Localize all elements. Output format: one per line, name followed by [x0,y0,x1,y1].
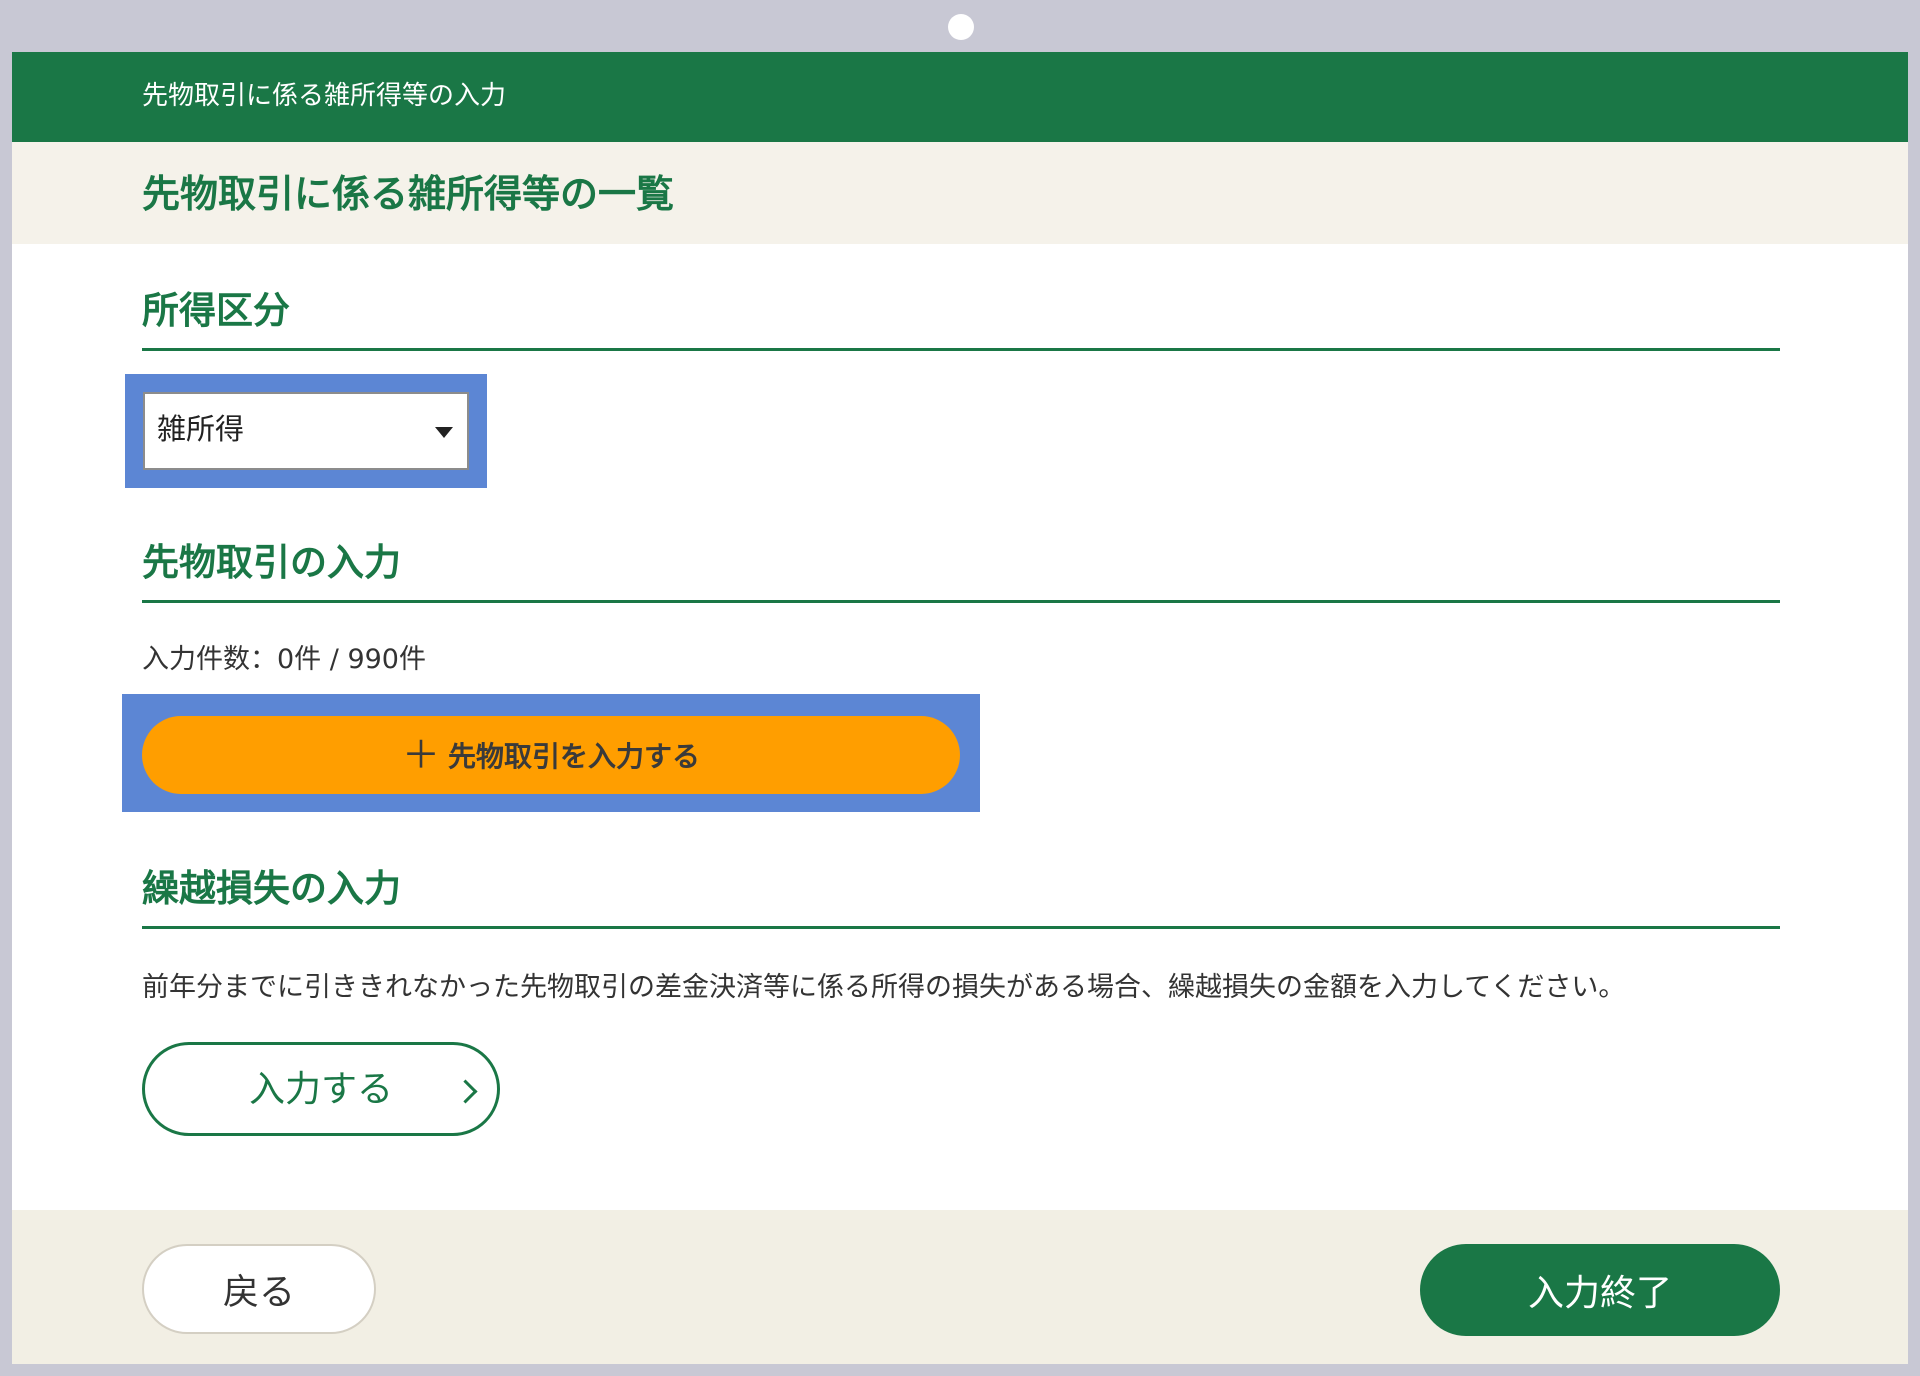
futures-heading: 先物取引の入力 [142,541,401,584]
entry-count: 入力件数：0件 / 990件 [142,644,426,675]
carryover-heading: 繰越損失の入力 [142,867,401,910]
income-category-select-value: 雑所得 [157,412,245,446]
carryover-input-button-label: 入力する [249,1069,394,1110]
add-futures-button[interactable]: ＋ 先物取引を入力する [142,716,960,794]
back-button-label: 戻る [222,1272,295,1313]
top-bar-title: 先物取引に係る雑所得等の入力 [142,81,507,111]
finish-input-button[interactable]: 入力終了 [1420,1244,1780,1336]
page-title-bar: 先物取引に係る雑所得等の一覧 [12,142,1908,244]
app-screen: 先物取引に係る雑所得等の入力 先物取引に係る雑所得等の一覧 所得区分 雑所得 先… [12,52,1908,1364]
carryover-input-button[interactable]: 入力する [142,1042,500,1136]
finish-input-button-label: 入力終了 [1527,1273,1672,1314]
device-camera [948,14,974,40]
income-category-section-header: 所得区分 [142,288,1780,351]
add-futures-button-label: 先物取引を入力する [448,740,701,773]
footer-bar: 戻る 入力終了 [12,1210,1908,1364]
carryover-section-header: 繰越損失の入力 [142,866,1780,929]
income-category-select[interactable]: 雑所得 [143,392,469,470]
top-bar: 先物取引に係る雑所得等の入力 [12,52,1908,142]
income-category-heading: 所得区分 [142,289,290,332]
back-button[interactable]: 戻る [142,1244,376,1334]
carryover-description: 前年分までに引ききれなかった先物取引の差金決済等に係る所得の損失がある場合、繰越… [142,972,1626,1003]
futures-section-header: 先物取引の入力 [142,540,1780,603]
chevron-right-icon [453,1079,478,1104]
page-title: 先物取引に係る雑所得等の一覧 [142,172,675,216]
plus-icon: ＋ [401,733,440,777]
dropdown-arrow-icon [435,427,453,438]
